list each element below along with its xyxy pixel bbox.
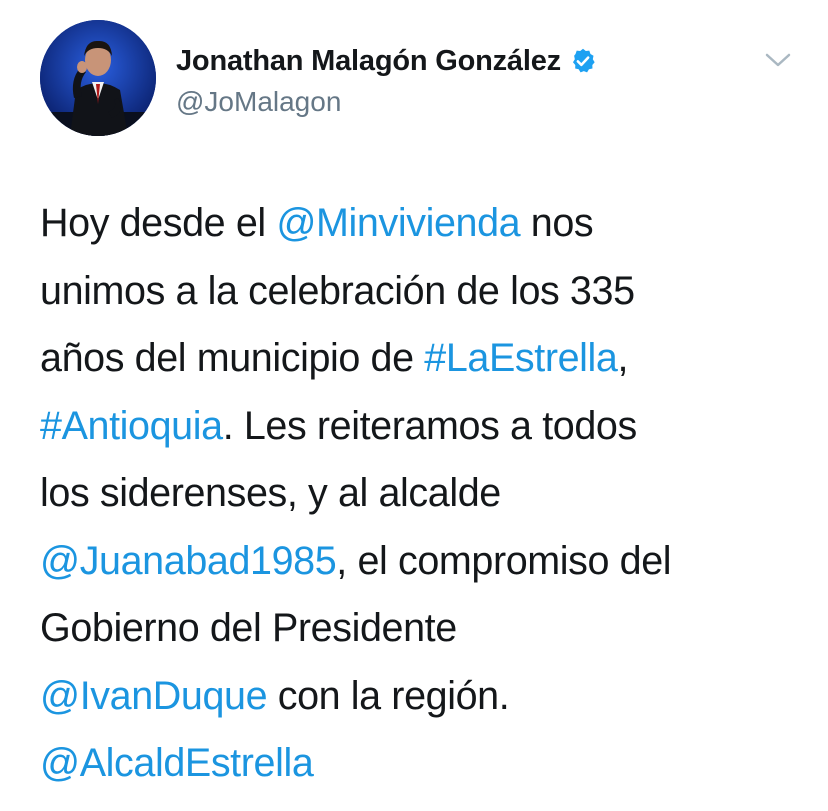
tweet-text-segment: unimos a la celebración de los 335 — [40, 268, 635, 313]
tweet-line: @AlcaldEstrella — [40, 730, 810, 798]
verified-badge-icon — [569, 47, 597, 75]
tweet-text-segment: años del municipio de — [40, 336, 425, 380]
tweet-line: @Juanabad1985, el compromiso del — [40, 528, 810, 596]
tweet-text-segment: nos — [520, 201, 594, 245]
mention-link[interactable]: @IvanDuque — [40, 674, 268, 718]
tweet-text-segment: , el compromiso del — [336, 538, 672, 583]
author-handle[interactable]: @JoMalagon — [176, 86, 341, 118]
avatar-photo — [40, 20, 156, 136]
tweet-line: los siderenses, y al alcalde — [40, 460, 810, 528]
tweet-text-segment: Gobierno del Presidente — [40, 606, 457, 650]
tweet-line: años del municipio de #LaEstrella, — [40, 325, 810, 393]
tweet-text: Hoy desde el @Minvivienda nos unimos a l… — [40, 190, 810, 798]
hashtag-link[interactable]: #Antioquia — [40, 404, 223, 448]
author-name-row[interactable]: Jonathan Malagón González — [176, 44, 597, 78]
tweet-text-segment: , — [617, 336, 629, 380]
tweet-text-segment: Hoy desde el — [40, 201, 277, 245]
tweet-text-segment: los siderenses, y al alcalde — [40, 471, 501, 515]
tweet-card: Jonathan Malagón González @JoMalagon Hoy… — [0, 0, 828, 811]
author-display-name[interactable]: Jonathan Malagón González — [176, 45, 561, 78]
avatar[interactable] — [40, 20, 156, 136]
hashtag-link[interactable]: #LaEstrella — [424, 336, 618, 380]
tweet-line: @IvanDuque con la región. — [40, 663, 810, 731]
tweet-line: unimos a la celebración de los 335 — [40, 258, 810, 326]
tweet-text-segment: . Les reiteramos a todos — [222, 403, 638, 448]
tweet-text-segment: con la región. — [267, 673, 510, 718]
mention-link[interactable]: @Minvivienda — [276, 201, 520, 245]
tweet-line: Gobierno del Presidente — [40, 595, 810, 663]
mention-link[interactable]: @AlcaldEstrella — [40, 741, 314, 785]
mention-link[interactable]: @Juanabad1985 — [40, 539, 337, 583]
tweet-line: #Antioquia. Les reiteramos a todos — [40, 393, 810, 461]
tweet-line: Hoy desde el @Minvivienda nos — [40, 190, 810, 258]
chevron-down-icon[interactable] — [764, 50, 792, 70]
